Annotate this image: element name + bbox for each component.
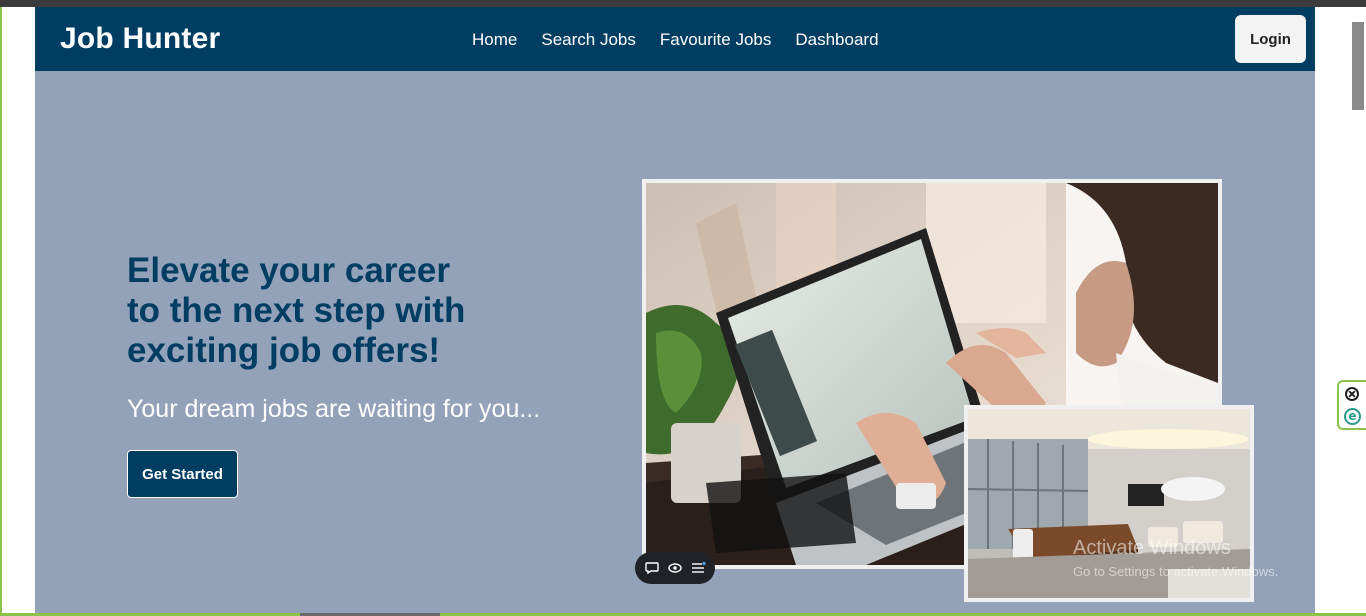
hero-subheading: Your dream jobs are waiting for you... xyxy=(127,395,541,423)
navbar: Job Hunter Home Search Jobs Favourite Jo… xyxy=(35,7,1315,71)
watermark-subtitle: Go to Settings to activate Windows. xyxy=(1073,564,1279,579)
hero-heading-line-1: Elevate your career xyxy=(127,251,450,290)
hero-heading-line-2: to the next step with xyxy=(127,291,466,330)
brand-logo[interactable]: Job Hunter xyxy=(60,22,220,56)
nav-links: Home Search Jobs Favourite Jobs Dashboar… xyxy=(472,30,879,50)
menu-icon[interactable] xyxy=(690,560,706,576)
edge-icon[interactable]: e xyxy=(1344,408,1361,425)
login-button[interactable]: Login xyxy=(1235,15,1306,63)
window-top-strip xyxy=(0,0,1366,7)
watermark-title: Activate Windows xyxy=(1073,537,1231,559)
eye-icon[interactable] xyxy=(667,560,683,576)
nav-dashboard[interactable]: Dashboard xyxy=(795,30,878,50)
get-started-button[interactable]: Get Started xyxy=(127,450,238,498)
vertical-scrollbar[interactable] xyxy=(1343,7,1366,613)
page: Job Hunter Home Search Jobs Favourite Jo… xyxy=(35,7,1315,616)
close-icon[interactable] xyxy=(1345,387,1359,401)
side-widget: e xyxy=(1337,380,1366,430)
hero-heading: Elevate your career to the next step wit… xyxy=(127,251,547,371)
nav-home[interactable]: Home xyxy=(472,30,517,50)
floating-toolbar xyxy=(635,552,715,584)
scrollbar-thumb[interactable] xyxy=(1352,22,1364,110)
nav-search-jobs[interactable]: Search Jobs xyxy=(541,30,636,50)
chat-icon[interactable] xyxy=(644,560,660,576)
windows-activation-watermark: Activate Windows Go to Settings to activ… xyxy=(1073,537,1278,579)
window-left-edge xyxy=(0,7,2,616)
hero-heading-line-3: exciting job offers! xyxy=(127,331,441,370)
nav-favourite-jobs[interactable]: Favourite Jobs xyxy=(660,30,772,50)
